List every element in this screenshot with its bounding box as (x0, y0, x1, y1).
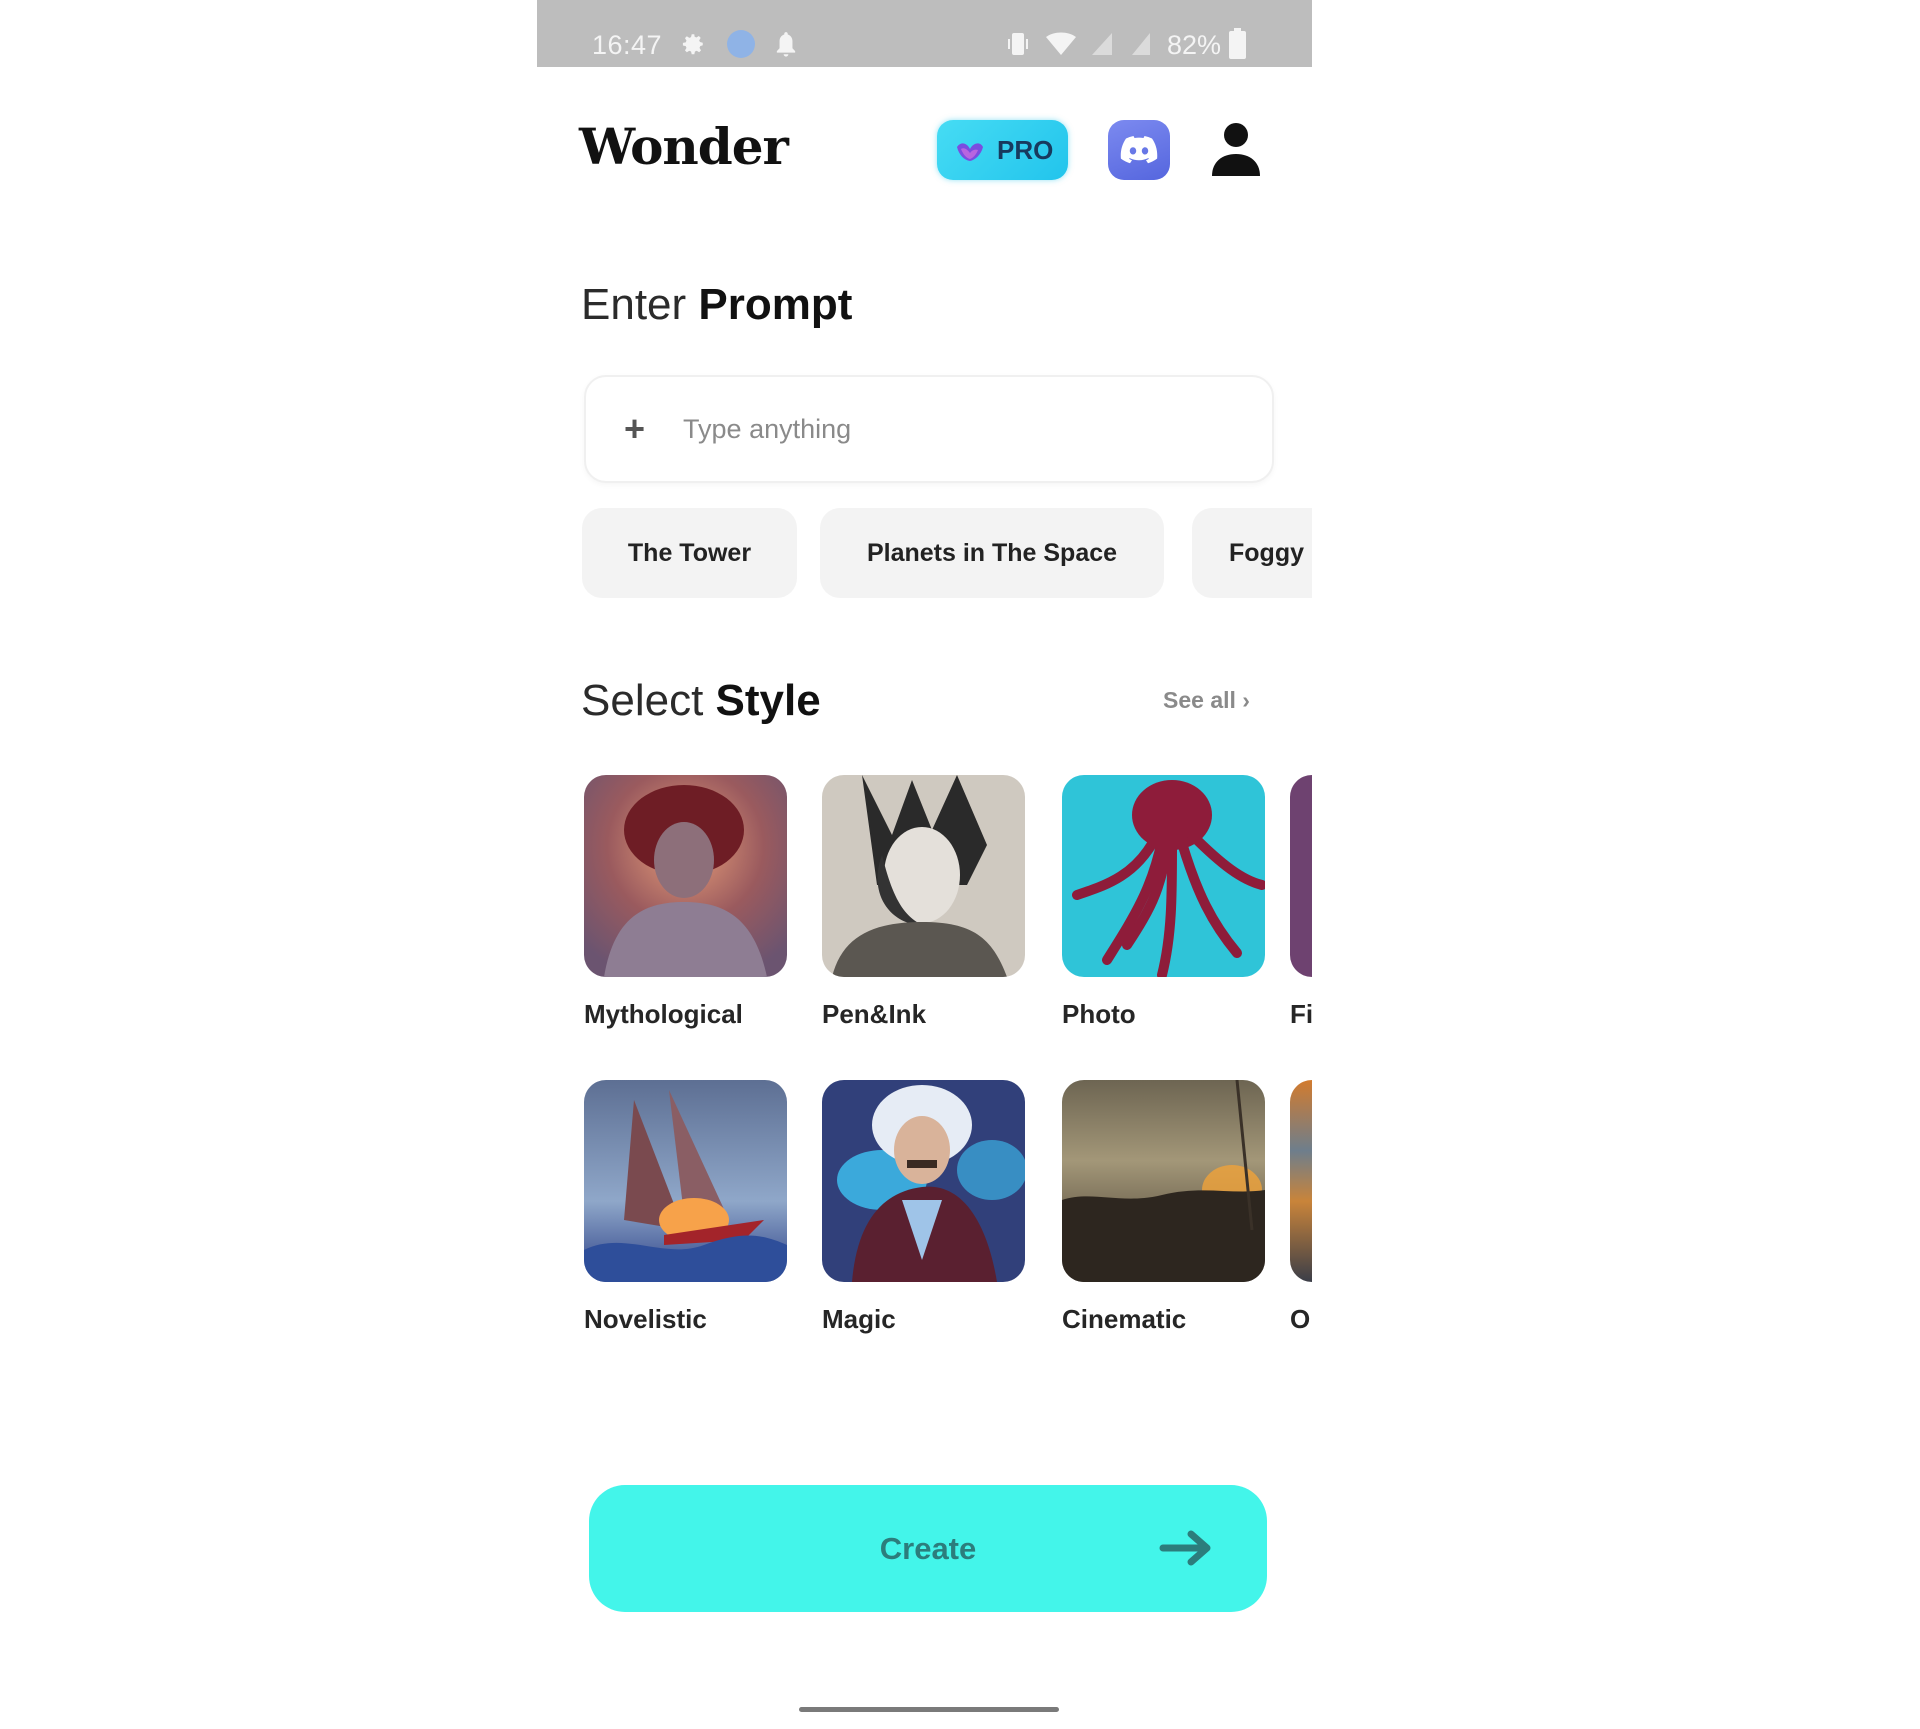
style-card-partial[interactable]: O (1290, 1080, 1312, 1335)
pro-button[interactable]: PRO (937, 120, 1068, 180)
status-time: 16:47 (592, 30, 663, 60)
style-thumbnail (1062, 775, 1265, 977)
pro-logo-icon (957, 143, 983, 161)
style-card-partial[interactable]: Fi (1290, 775, 1312, 1030)
status-bar: 16:47 82% (537, 0, 1312, 67)
style-label: Magic (822, 1304, 896, 1334)
style-label: Mythological (584, 999, 743, 1029)
style-card-novelistic[interactable]: Novelistic (584, 1080, 787, 1335)
style-thumbnail (584, 775, 787, 977)
style-card-magic[interactable]: Magic (822, 1080, 1025, 1335)
create-label: Create (879, 1530, 977, 1566)
select-style-heading: Select Style (581, 676, 821, 726)
prompt-title-bold: Prompt (698, 280, 853, 329)
create-button[interactable]: Create (589, 1485, 1267, 1612)
suggestion-chip[interactable]: Foggy (1192, 508, 1312, 598)
prompt-input[interactable] (681, 412, 1226, 446)
arrow-right-icon (1159, 1530, 1211, 1566)
gear-icon (682, 34, 703, 55)
style-label: Pen&Ink (822, 999, 927, 1029)
discord-icon (1120, 136, 1158, 164)
see-all-link[interactable]: See all › (1163, 687, 1250, 714)
style-card-cinematic[interactable]: Cinematic (1062, 1080, 1265, 1335)
person-icon[interactable] (1208, 120, 1264, 178)
style-thumbnail (822, 1080, 1025, 1282)
battery-icon (1229, 28, 1246, 59)
style-label: O (1290, 1304, 1311, 1334)
style-thumbnail (1290, 1080, 1312, 1282)
plus-icon[interactable]: + (624, 411, 645, 447)
see-all-label: See all (1163, 687, 1236, 713)
signal-icon (1092, 33, 1112, 55)
prompt-input-box[interactable]: + (584, 375, 1274, 483)
style-label: Novelistic (584, 1304, 707, 1334)
suggestion-chip[interactable]: The Tower (582, 508, 797, 598)
style-thumbnail (822, 775, 1025, 977)
style-card-pen-ink[interactable]: Pen&Ink (822, 775, 1025, 1030)
style-card-mythological[interactable]: Mythological (584, 775, 787, 1030)
signal-icon (1132, 33, 1150, 55)
style-thumbnail (1062, 1080, 1265, 1282)
app-logo: Wonder (579, 117, 789, 176)
vibrate-icon (1008, 33, 1028, 55)
suggestion-chip[interactable]: Planets in The Space (820, 508, 1164, 598)
style-title-bold: Style (715, 676, 821, 725)
battery-percent: 82% (1167, 30, 1222, 60)
phone-screen: 16:47 82% Wonder PRO Enter Prompt + Type… (537, 0, 1312, 1729)
enter-prompt-heading: Enter Prompt (581, 280, 852, 330)
style-label: Fi (1290, 999, 1312, 1029)
chevron-right-icon: › (1242, 687, 1250, 713)
bell-icon (776, 32, 796, 57)
style-label: Photo (1062, 999, 1136, 1029)
style-label: Cinematic (1062, 1304, 1187, 1334)
wifi-icon (1046, 32, 1076, 55)
pro-label: PRO (997, 134, 1054, 165)
style-thumbnail (1290, 775, 1312, 977)
style-thumbnail (584, 1080, 787, 1282)
style-card-photo[interactable]: Photo (1062, 775, 1265, 1030)
home-indicator[interactable] (799, 1707, 1059, 1712)
discord-button[interactable] (1108, 120, 1170, 180)
style-title-light: Select (581, 676, 704, 725)
notification-dot-icon (727, 30, 755, 58)
prompt-title-light: Enter (581, 280, 687, 329)
